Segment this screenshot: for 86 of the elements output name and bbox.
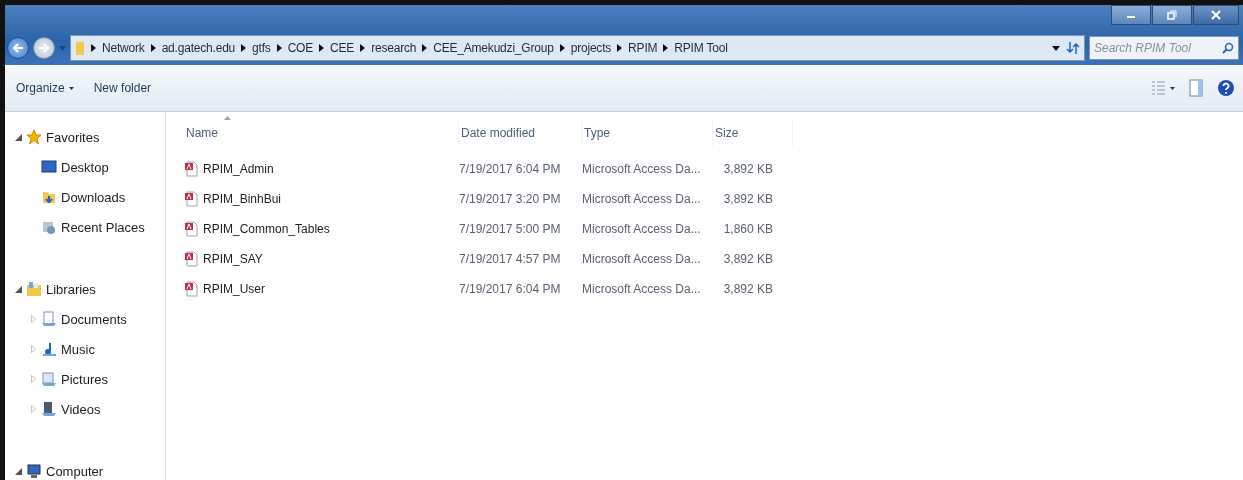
- sidebar-item[interactable]: Libraries: [46, 281, 96, 297]
- chevron-icon: [559, 44, 565, 52]
- table-cell-text: 7/19/2017 5:00 PM: [459, 222, 562, 236]
- star-icon: [26, 129, 42, 145]
- table-cell-text: Microsoft Access Da...: [582, 162, 702, 176]
- breadcrumb-item[interactable]: Network: [102, 41, 145, 55]
- back-arrow-icon: [12, 42, 24, 54]
- search-field[interactable]: Search RPIM Tool: [1089, 36, 1239, 60]
- access-file-icon: [184, 161, 198, 177]
- folder-icon: [75, 40, 85, 56]
- access-file-icon: [184, 221, 198, 237]
- file-name[interactable]: RPIM_User: [203, 282, 265, 296]
- library-icon: [26, 281, 42, 297]
- table-cell-text: Microsoft Access Da...: [582, 222, 702, 236]
- table-cell-text: Microsoft Access Da...: [582, 192, 702, 206]
- sidebar-item[interactable]: Pictures: [61, 371, 108, 387]
- breadcrumb-item[interactable]: CEE: [330, 41, 355, 55]
- column-header[interactable]: Date modified: [459, 120, 582, 146]
- breadcrumb-item[interactable]: gtfs: [252, 41, 271, 55]
- chevron-icon: [91, 44, 96, 52]
- sidebar-item[interactable]: Recent Places: [61, 219, 145, 235]
- breadcrumb-item[interactable]: ad.gatech.edu: [161, 41, 236, 55]
- caret-icon: [1052, 45, 1060, 51]
- address-bar[interactable]: Network ad.gatech.edu gtfs COE CEE research CEE_Amekudzi_Group projects RPIM RPIM Tool: [70, 35, 1085, 61]
- menu-button[interactable]: Organize: [13, 79, 77, 97]
- chevron-icon: [276, 44, 282, 52]
- table-cell-text: 7/19/2017 6:04 PM: [459, 162, 562, 176]
- breadcrumb-item[interactable]: COE: [287, 41, 314, 55]
- view-options-icon: [1151, 80, 1175, 96]
- sidebar-item[interactable]: Downloads: [61, 189, 126, 205]
- sidebar-item[interactable]: Documents: [61, 311, 127, 327]
- table-cell-text: Microsoft Access Da...: [582, 282, 702, 296]
- back-button[interactable]: [7, 37, 29, 59]
- column-header[interactable]: Type: [582, 120, 713, 146]
- chevron-icon: [360, 44, 366, 52]
- column-header[interactable]: Name: [184, 120, 459, 146]
- caret-icon: [59, 45, 66, 51]
- column-header[interactable]: Size: [713, 120, 793, 146]
- breadcrumb-item[interactable]: projects: [570, 41, 612, 55]
- breadcrumb-item[interactable]: RPIM Tool: [674, 41, 728, 55]
- sidebar-item[interactable]: Desktop: [61, 159, 109, 175]
- close-icon: [1211, 10, 1221, 20]
- refresh-icon: [1066, 41, 1080, 55]
- access-file-icon: [184, 281, 198, 297]
- file-name[interactable]: RPIM_Admin: [203, 162, 274, 176]
- table-cell-text: 3,892 KB: [722, 192, 774, 206]
- forward-arrow-icon: [38, 42, 50, 54]
- table-cell-text: 7/19/2017 3:20 PM: [459, 192, 562, 206]
- sidebar-item[interactable]: Music: [61, 341, 95, 357]
- chevron-icon: [663, 44, 669, 52]
- desktop-icon: [41, 159, 57, 175]
- restore-icon: [1167, 10, 1177, 20]
- sidebar-item[interactable]: Videos: [61, 401, 101, 417]
- breadcrumb-item[interactable]: research: [371, 41, 417, 55]
- access-file-icon: [184, 191, 198, 207]
- chevron-icon: [241, 44, 247, 52]
- restore-button[interactable]: [1152, 5, 1192, 25]
- file-name[interactable]: RPIM_SAY: [203, 252, 263, 266]
- help-icon: [1217, 79, 1235, 97]
- minimize-button[interactable]: [1111, 5, 1151, 25]
- table-cell-text: 7/19/2017 6:04 PM: [459, 282, 562, 296]
- table-cell-text: 3,892 KB: [722, 282, 774, 296]
- sidebar-item[interactable]: Computer: [46, 463, 104, 479]
- table-cell-text: Microsoft Access Da...: [582, 252, 702, 266]
- folder-arrow-icon: [41, 189, 57, 205]
- search-icon: [1222, 42, 1234, 54]
- chevron-icon: [617, 44, 623, 52]
- toolbar-button[interactable]: New folder: [90, 79, 155, 97]
- preview-pane-icon: [1189, 79, 1203, 97]
- access-file-icon: [184, 251, 198, 267]
- table-cell-text: 1,860 KB: [722, 222, 774, 236]
- sidebar-item[interactable]: Favorites: [46, 129, 100, 145]
- breadcrumb-item[interactable]: RPIM: [628, 41, 658, 55]
- forward-button[interactable]: [33, 37, 55, 59]
- chevron-icon: [319, 44, 325, 52]
- file-name[interactable]: RPIM_BinhBui: [203, 192, 282, 206]
- table-cell-text: 3,892 KB: [722, 252, 774, 266]
- close-button[interactable]: [1193, 5, 1239, 25]
- music-note-icon: [41, 341, 57, 357]
- file-name[interactable]: RPIM_Common_Tables: [203, 222, 330, 236]
- table-cell-text: 3,892 KB: [722, 162, 774, 176]
- table-cell-text: 7/19/2017 4:57 PM: [459, 252, 562, 266]
- chevron-icon: [422, 44, 428, 52]
- computer-icon: [26, 463, 42, 479]
- breadcrumb-item[interactable]: CEE_Amekudzi_Group: [433, 41, 554, 55]
- chevron-icon: [150, 44, 156, 52]
